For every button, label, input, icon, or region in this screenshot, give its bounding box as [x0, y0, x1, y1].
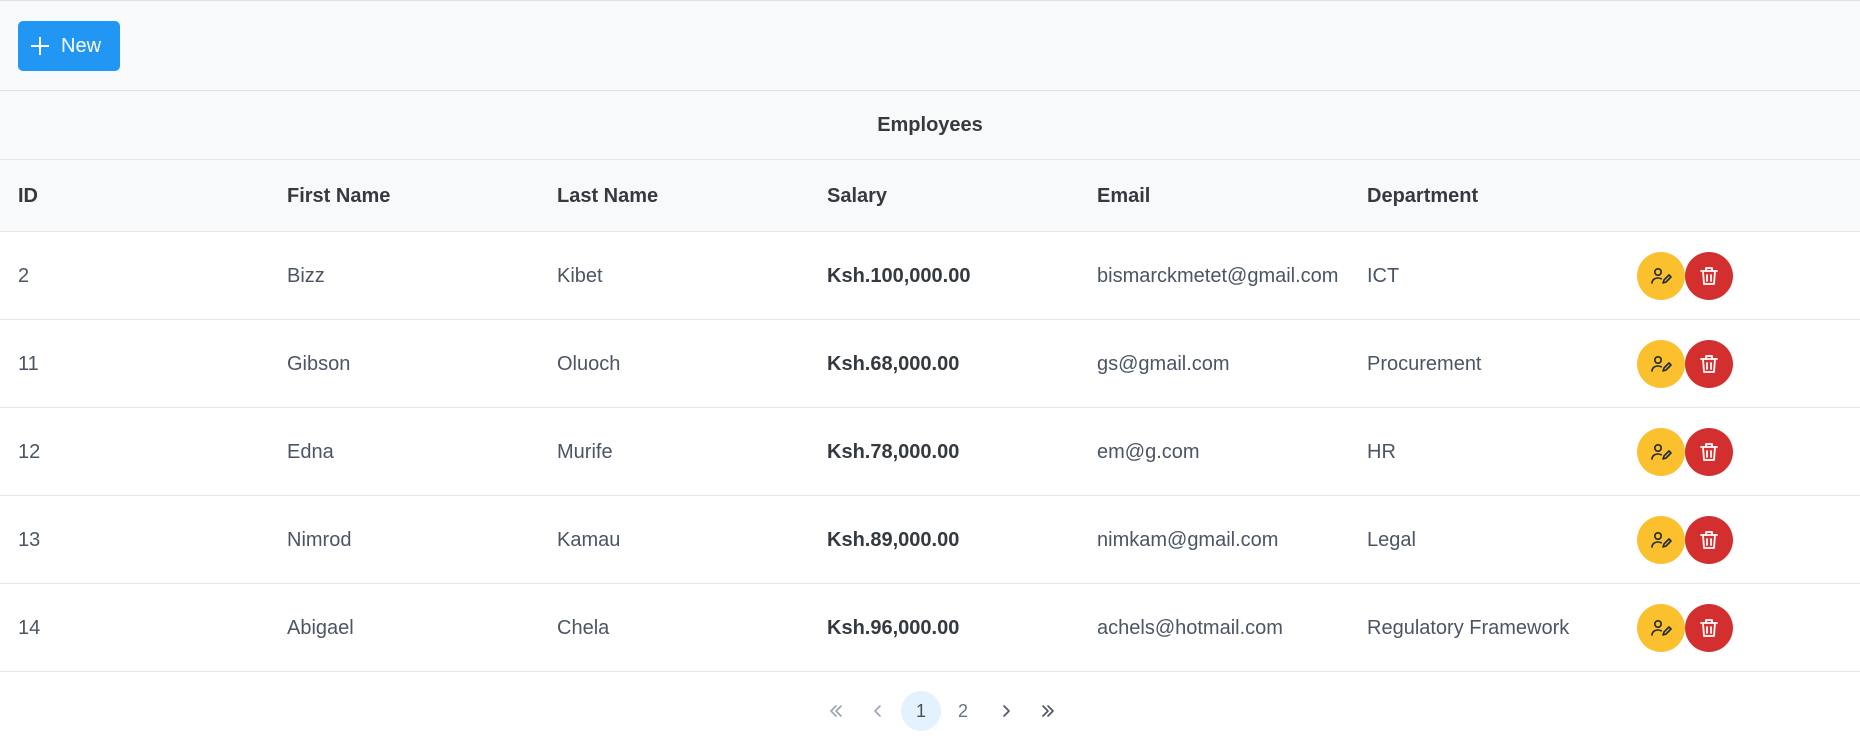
- cell-email: gs@gmail.com: [1097, 352, 1230, 375]
- cell-department: Procurement: [1367, 352, 1482, 375]
- trash-icon: [1700, 443, 1718, 461]
- cell-department: HR: [1367, 440, 1396, 463]
- prev-page-button[interactable]: [858, 691, 898, 731]
- trash-icon: [1700, 355, 1718, 373]
- paginator: 1 2: [0, 672, 1860, 750]
- trash-icon: [1700, 619, 1718, 637]
- chevron-left-icon: [874, 705, 881, 717]
- row-actions: [1637, 252, 1733, 300]
- delete-button[interactable]: [1685, 604, 1733, 652]
- header-email: Email: [1097, 184, 1151, 207]
- plus-icon: [31, 37, 49, 55]
- edit-button[interactable]: [1637, 516, 1685, 564]
- cell-email: achels@hotmail.com: [1097, 616, 1283, 639]
- table-title: Employees: [0, 91, 1860, 160]
- user-edit-icon: [1651, 268, 1672, 284]
- user-edit-icon: [1651, 444, 1672, 460]
- user-edit-icon: [1651, 620, 1672, 636]
- cell-department: Regulatory Framework: [1367, 616, 1570, 639]
- edit-button[interactable]: [1637, 252, 1685, 300]
- header-department: Department: [1367, 184, 1479, 207]
- new-button[interactable]: New: [18, 21, 120, 71]
- cell-salary: Ksh.96,000.00: [827, 616, 960, 639]
- cell-first-name: Abigael: [287, 616, 354, 639]
- trash-icon: [1700, 267, 1718, 285]
- cell-last-name: Murife: [557, 440, 613, 463]
- edit-button[interactable]: [1637, 604, 1685, 652]
- cell-first-name: Bizz: [287, 264, 325, 287]
- chevron-double-left-icon: [830, 705, 842, 717]
- next-page-button[interactable]: [986, 691, 1026, 731]
- header-first-name: First Name: [287, 184, 391, 207]
- row-actions: [1637, 604, 1733, 652]
- cell-email: em@g.com: [1097, 440, 1200, 463]
- table-row: 2 Bizz Kibet Ksh.100,000.00 bismarckmete…: [0, 232, 1860, 320]
- row-actions: [1637, 340, 1733, 388]
- first-page-button[interactable]: [816, 691, 856, 731]
- cell-email: bismarckmetet@gmail.com: [1097, 264, 1339, 287]
- cell-first-name: Edna: [287, 440, 334, 463]
- table-row: 14 Abigael Chela Ksh.96,000.00 achels@ho…: [0, 584, 1860, 672]
- cell-id: 11: [18, 352, 39, 375]
- delete-button[interactable]: [1685, 516, 1733, 564]
- cell-id: 2: [18, 264, 30, 287]
- cell-id: 13: [18, 528, 41, 551]
- new-button-label: New: [61, 34, 102, 57]
- cell-department: Legal: [1367, 528, 1416, 551]
- cell-salary: Ksh.89,000.00: [827, 528, 960, 551]
- cell-last-name: Chela: [557, 616, 610, 639]
- cell-id: 14: [18, 616, 41, 639]
- chevron-right-icon: [1003, 705, 1010, 717]
- page-2-button[interactable]: 2: [943, 691, 983, 731]
- cell-first-name: Nimrod: [287, 528, 352, 551]
- cell-salary: Ksh.78,000.00: [827, 440, 960, 463]
- delete-button[interactable]: [1685, 428, 1733, 476]
- row-actions: [1637, 428, 1733, 476]
- cell-first-name: Gibson: [287, 352, 351, 375]
- cell-salary: Ksh.68,000.00: [827, 352, 960, 375]
- header-salary: Salary: [827, 184, 888, 207]
- delete-button[interactable]: [1685, 340, 1733, 388]
- table-header: ID First Name Last Name Salary Email Dep…: [0, 160, 1860, 232]
- toolbar: New: [0, 0, 1860, 91]
- page-1-button[interactable]: 1: [901, 691, 941, 731]
- table-row: 12 Edna Murife Ksh.78,000.00 em@g.com HR: [0, 408, 1860, 496]
- cell-last-name: Oluoch: [557, 352, 621, 375]
- chevron-double-right-icon: [1042, 705, 1054, 717]
- trash-icon: [1700, 531, 1718, 549]
- delete-button[interactable]: [1685, 252, 1733, 300]
- header-last-name: Last Name: [557, 184, 659, 207]
- table-row: 13 Nimrod Kamau Ksh.89,000.00 nimkam@gma…: [0, 496, 1860, 584]
- edit-button[interactable]: [1637, 428, 1685, 476]
- user-edit-icon: [1651, 356, 1672, 372]
- cell-department: ICT: [1367, 264, 1400, 287]
- table-row: 11 Gibson Oluoch Ksh.68,000.00 gs@gmail.…: [0, 320, 1860, 408]
- cell-id: 12: [18, 440, 41, 463]
- cell-email: nimkam@gmail.com: [1097, 528, 1279, 551]
- header-id: ID: [18, 184, 38, 207]
- row-actions: [1637, 516, 1733, 564]
- edit-button[interactable]: [1637, 340, 1685, 388]
- cell-salary: Ksh.100,000.00: [827, 264, 971, 287]
- cell-last-name: Kibet: [557, 264, 603, 287]
- user-edit-icon: [1651, 532, 1672, 548]
- cell-last-name: Kamau: [557, 528, 621, 551]
- last-page-button[interactable]: [1028, 691, 1068, 731]
